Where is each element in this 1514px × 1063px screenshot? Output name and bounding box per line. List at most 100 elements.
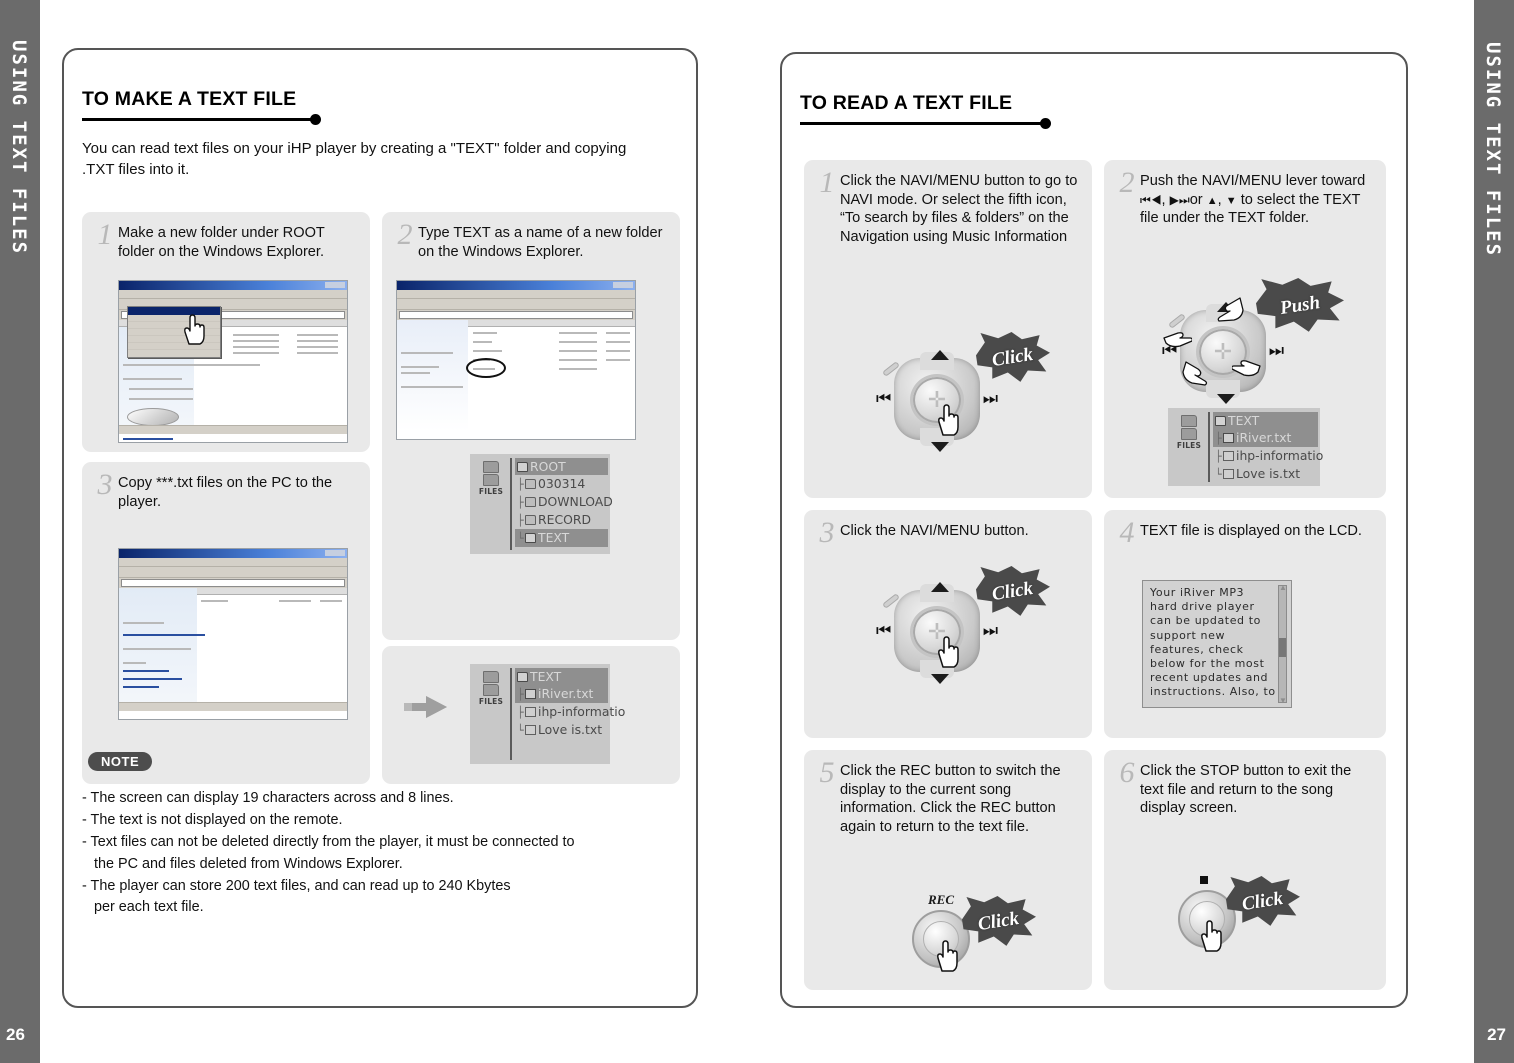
explorer-statusbar [119, 425, 347, 434]
lcd-row-label: Love is.txt [538, 722, 603, 737]
left-lcd-text-folder-card: FILES TEXT ├ iRiver.txt ├ ihp-informatio └… [382, 646, 680, 784]
step-2-text-mid: or [1189, 191, 1203, 208]
explorer-context-menu [127, 306, 221, 358]
right-step-2-number: 2 [1119, 166, 1135, 199]
folder-icon [525, 533, 536, 543]
explorer-screenshot-copy-files [118, 548, 348, 720]
note-line: - The player can store 200 text files, a… [82, 877, 511, 894]
lcd-files-label: FILES [478, 487, 504, 496]
explorer-menubar [397, 290, 635, 299]
folder-open-icon [517, 462, 528, 472]
joystick-hub: ✛ [910, 374, 964, 426]
stop-button-inner [1189, 901, 1225, 937]
heading-dot-icon [310, 114, 321, 125]
doc-icon [1223, 469, 1234, 479]
lcd-text-reader-screen: Your iRiver MP3 hard drive player can be… [1142, 580, 1292, 708]
right-step-5-card: 5 Click the REC button to switch the dis… [804, 750, 1092, 990]
folder-open-icon [1215, 416, 1226, 426]
lcd-row-label: ihp-informatio [1236, 448, 1324, 463]
navi-menu-lever-graphic[interactable]: ✛ ⏮ ⏭ [1162, 297, 1284, 404]
lcd-reader-line: features, check [1150, 642, 1244, 656]
left-step-1-head: 1 Make a new folder under ROOT folder on… [82, 212, 370, 261]
up-icon [931, 350, 949, 360]
right-step-1-head: 1 Click the NAVI/MENU button to go to NA… [804, 160, 1092, 247]
tree-branch-icon: └ [517, 724, 524, 737]
lcd-reader-line: can be updated to [1150, 614, 1261, 628]
navi-menu-joystick-graphic[interactable]: ✛ ⏮ ⏭ [876, 582, 998, 684]
right-step-3-head: 3 Click the NAVI/MENU button. [804, 510, 1092, 548]
lcd-scrollbar[interactable]: ▲ ▼ [1278, 584, 1287, 705]
doc-icon [1223, 433, 1234, 443]
note-badge: NOTE [88, 752, 153, 771]
context-menu-highlighted-item [128, 307, 220, 315]
lcd-row: ├ RECORD [515, 511, 608, 529]
left-heading-rule [82, 114, 321, 125]
doc-icon [525, 707, 536, 717]
right-step-5-number: 5 [819, 756, 835, 789]
explorer-menubar [119, 558, 347, 567]
left-step-2-head: 2 Type TEXT as a name of a new folder on… [382, 212, 680, 261]
left-step-1-card: 1 Make a new folder under ROOT folder on… [82, 212, 370, 452]
lcd-text-folder-screen: FILES TEXT ├ iRiver.txt ├ ihp-informatio └… [1168, 408, 1323, 486]
skip-next-icon: ⏭ [982, 389, 998, 408]
down-icon [1217, 394, 1235, 404]
right-step-4-head: 4 TEXT file is displayed on the LCD. [1104, 510, 1386, 548]
lcd-row-label: TEXT [530, 669, 562, 684]
action-label: Click [1240, 887, 1285, 916]
down-icon: ▼ [1225, 194, 1237, 207]
lcd-files-icon-column: FILES [476, 670, 506, 706]
right-step-2-text: Push the NAVI/MENU lever toward ⏮◀, ▶⏭or… [1140, 173, 1366, 227]
skip-prev-icon: ⏮ [876, 389, 892, 408]
lcd-row-label: iRiver.txt [1236, 430, 1292, 445]
lcd-row-label: iRiver.txt [538, 686, 594, 701]
scrollbar-thumb[interactable] [1279, 638, 1286, 657]
doc-icon [1223, 451, 1234, 461]
lcd-row: ROOT [515, 458, 608, 475]
lcd-row: ├ 030314 [515, 475, 608, 493]
stop-square-icon [1200, 876, 1208, 884]
lcd-text-tree: TEXT ├ iRiver.txt ├ ihp-informatio └ Love i… [1208, 412, 1323, 482]
transfer-arrow-icon [404, 696, 447, 718]
navigation-cross-icon: ✛ [927, 619, 947, 644]
lcd-row: TEXT [1213, 412, 1318, 429]
left-step-3-head: 3 Copy ***.txt files on the PC to the pl… [82, 462, 370, 511]
explorer-toolbar [397, 299, 635, 310]
left-step-2-number: 2 [397, 218, 413, 251]
action-label: Click [990, 577, 1035, 606]
folder-open-icon [1181, 428, 1197, 440]
explorer-body [119, 588, 347, 711]
explorer-column-header [196, 588, 347, 595]
left-section-heading: TO MAKE A TEXT FILE [82, 88, 663, 125]
lcd-reader-line: instructions. Also, to [1150, 685, 1276, 699]
navigation-cross-icon: ✛ [1213, 339, 1233, 364]
skip-prev-icon: ⏮ [1140, 192, 1151, 207]
right-step-6-card: 6 Click the STOP button to exit the text… [1104, 750, 1386, 990]
explorer-column-header [468, 320, 635, 327]
lcd-row-label: ROOT [530, 459, 566, 474]
lcd-row: └ TEXT [515, 529, 608, 547]
left-step-3-text: Copy ***.txt files on the PC to the play… [118, 475, 333, 510]
left-step-2-card: 2 Type TEXT as a name of a new folder on… [382, 212, 680, 640]
navi-menu-joystick-graphic[interactable]: ✛ ⏮ ⏭ [876, 350, 998, 452]
right-side-tab-label: USING TEXT FILES [1482, 42, 1504, 258]
tree-branch-icon: ├ [517, 478, 524, 491]
explorer-titlebar [397, 281, 635, 290]
cd-drive-graphic [127, 408, 179, 426]
scroll-up-arrow-icon[interactable]: ▲ [1279, 584, 1287, 592]
step-2-text-before: Push the NAVI/MENU lever toward [1140, 173, 1366, 189]
scroll-down-arrow-icon[interactable]: ▼ [1279, 697, 1287, 705]
left-step-1-number: 1 [97, 218, 113, 251]
explorer-menubar [119, 290, 347, 299]
push-hand-right-icon [1232, 360, 1261, 377]
navigation-cross-icon: ✛ [927, 387, 947, 412]
folder-icon [483, 461, 499, 473]
right-step-5-head: 5 Click the REC button to switch the dis… [804, 750, 1092, 837]
note-line: per each text file. [82, 899, 204, 916]
right-heading-rule [800, 118, 1051, 129]
lcd-row-label: DOWNLOAD [538, 494, 613, 509]
folder-icon [1181, 415, 1197, 427]
folder-open-icon [483, 684, 499, 696]
lcd-reader-line: below for the most [1150, 657, 1265, 671]
right-step-1-card: 1 Click the NAVI/MENU button to go to NA… [804, 160, 1092, 498]
lcd-files-icon-column: FILES [476, 460, 506, 496]
